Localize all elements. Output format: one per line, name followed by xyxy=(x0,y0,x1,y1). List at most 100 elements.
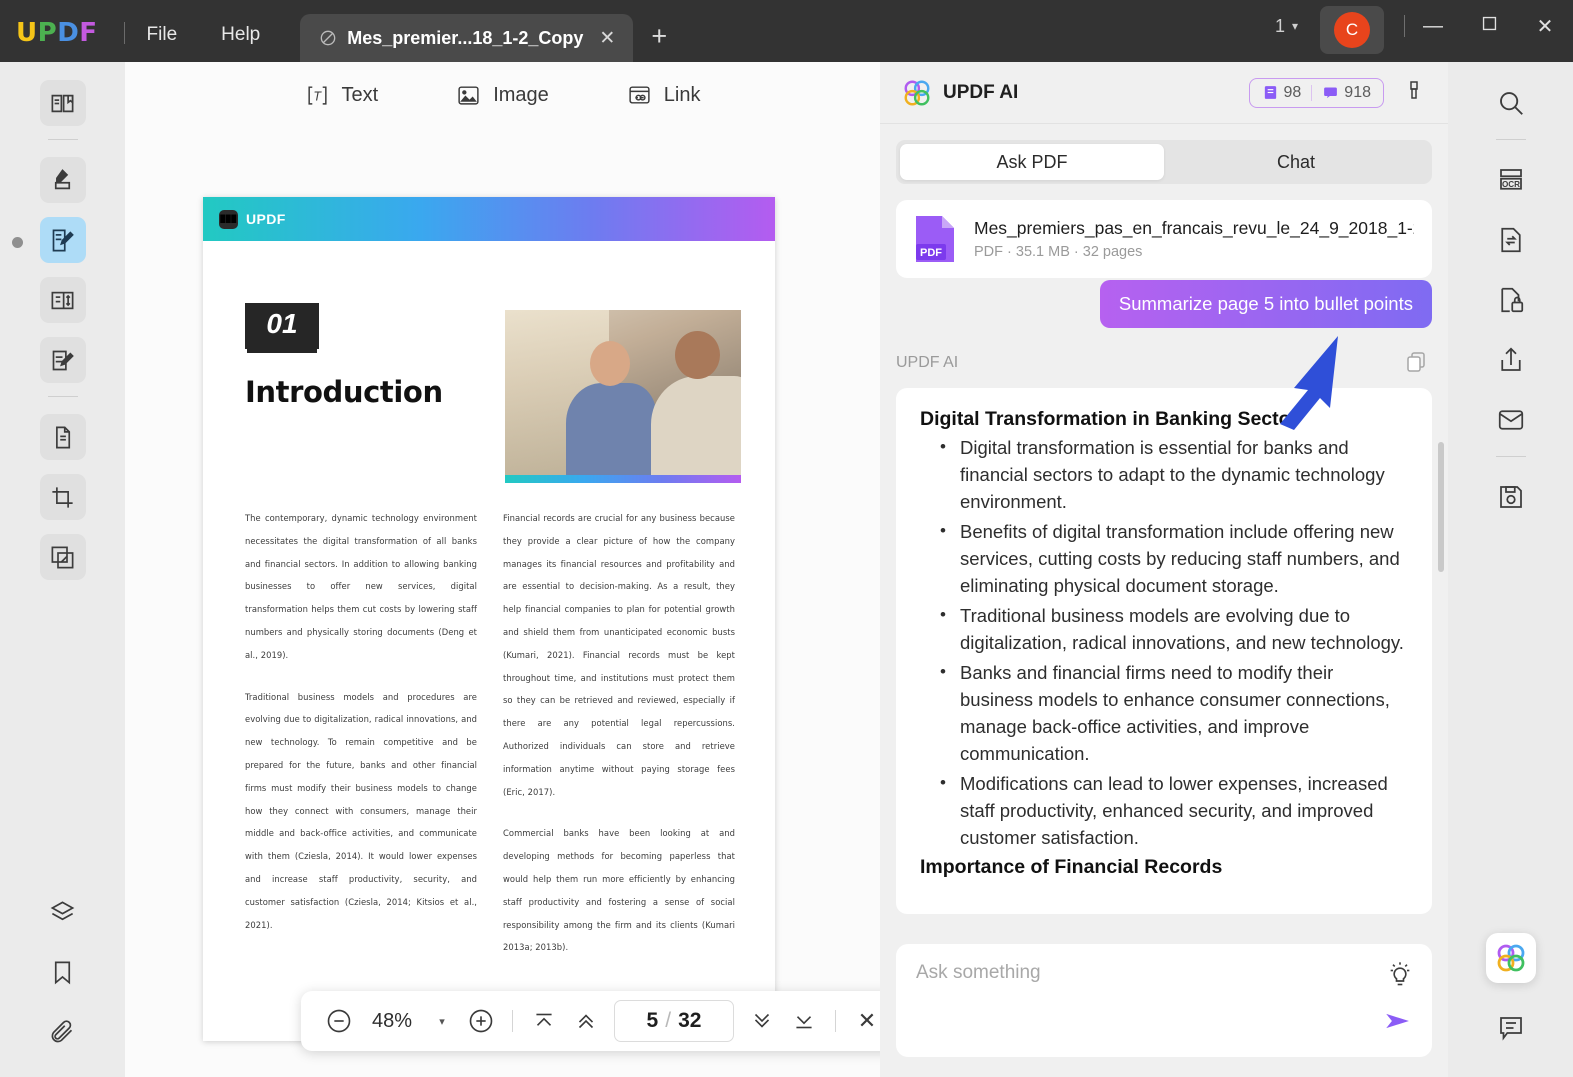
close-tab-icon[interactable]: ✕ xyxy=(597,29,617,48)
tool-image[interactable]: Image xyxy=(456,83,549,108)
window-switcher[interactable]: 1 ▾ xyxy=(1275,16,1298,37)
response-bullet-list: Digital transformation is essential for … xyxy=(920,433,1408,851)
send-message-button[interactable] xyxy=(1382,1004,1416,1043)
document-column-left: The contemporary, dynamic technology env… xyxy=(245,507,477,978)
credits-divider xyxy=(1311,84,1313,101)
pager-divider-1 xyxy=(512,1010,513,1032)
ai-composer[interactable]: Ask something xyxy=(896,944,1432,1057)
updf-application-window: UPDF File Help Mes_premier...18_1-2_Copy… xyxy=(0,0,1573,1077)
next-page-icon xyxy=(754,1013,770,1028)
attached-file-card[interactable]: PDF Mes_premiers_pas_en_francais_revu_le… xyxy=(896,200,1432,278)
ai-credits-badge[interactable]: 98 918 xyxy=(1248,77,1384,108)
sidebar-item-reader[interactable] xyxy=(39,80,86,126)
send-icon xyxy=(1386,1013,1409,1029)
response-heading: Digital Transformation in Banking Sector xyxy=(920,408,1299,430)
sidebar-item-search[interactable] xyxy=(1488,80,1534,126)
attachment-icon xyxy=(51,1019,73,1042)
maximize-icon xyxy=(1482,16,1496,30)
close-window-button[interactable]: ✕ xyxy=(1517,14,1573,39)
sidebar-item-layers[interactable] xyxy=(40,889,86,935)
maximize-button[interactable] xyxy=(1461,15,1517,38)
next-page-button[interactable] xyxy=(742,1001,782,1041)
sidebar-item-convert[interactable] xyxy=(39,414,86,460)
account-button[interactable]: C xyxy=(1320,6,1384,54)
sidebar-item-convert-right[interactable] xyxy=(1488,217,1534,263)
sidebar-item-crop[interactable] xyxy=(39,474,86,520)
tool-link[interactable]: Link xyxy=(627,83,700,108)
document-slash-icon xyxy=(320,30,336,46)
sidebar-item-updf-ai[interactable] xyxy=(1485,933,1536,983)
sidebar-item-batch[interactable] xyxy=(39,534,86,580)
document-tab-title: Mes_premier...18_1-2_Copy xyxy=(347,27,584,48)
page-header-band: ███ UPDF xyxy=(203,197,775,241)
image-tool-icon xyxy=(458,85,479,105)
ai-panel-header: UPDF AI 98 918 xyxy=(880,62,1448,124)
zoom-in-button[interactable] xyxy=(461,1001,501,1041)
menu-file[interactable]: File xyxy=(125,24,200,46)
ai-response-card: Digital Transformation in Banking Sector… xyxy=(896,388,1432,914)
sidebar-item-annotate[interactable] xyxy=(39,337,86,383)
document-tab[interactable]: Mes_premier...18_1-2_Copy ✕ xyxy=(300,14,634,62)
svg-text:PDF: PDF xyxy=(920,247,942,259)
svg-text:T: T xyxy=(313,89,322,103)
zoom-out-icon xyxy=(327,1009,351,1033)
sidebar-item-attachment[interactable] xyxy=(40,1009,86,1055)
copy-response-button[interactable] xyxy=(1404,350,1428,379)
sidebar-item-comment[interactable] xyxy=(1488,1005,1534,1051)
sidebar-item-edit-pdf[interactable] xyxy=(39,217,86,263)
panel-collapse-handle[interactable] xyxy=(12,237,23,248)
zoom-in-icon xyxy=(469,1009,493,1033)
document-credit-icon xyxy=(1264,86,1276,99)
search-icon xyxy=(1499,92,1523,115)
sidebar-item-page-layout[interactable] xyxy=(39,277,86,323)
menu-help[interactable]: Help xyxy=(199,24,282,46)
paragraph: Traditional business models and procedur… xyxy=(245,691,477,930)
protect-icon xyxy=(1500,287,1523,313)
message-credit-count: 918 xyxy=(1344,83,1371,101)
pdf-page[interactable]: ███ UPDF 01 Introduction The contemporar… xyxy=(203,197,775,1041)
svg-text:OCR: OCR xyxy=(1501,180,1519,189)
tab-ask-pdf[interactable]: Ask PDF xyxy=(900,144,1164,180)
highlighter-icon xyxy=(54,168,71,189)
clear-brush-icon xyxy=(1410,81,1418,99)
edit-pdf-icon xyxy=(52,229,74,251)
sidebar-item-email[interactable] xyxy=(1488,397,1534,443)
clear-chat-button[interactable] xyxy=(1402,78,1426,107)
attached-file-name: Mes_premiers_pas_en_francais_revu_le_24_… xyxy=(974,218,1414,238)
ask-input-placeholder[interactable]: Ask something xyxy=(916,962,1374,984)
new-tab-button[interactable]: + xyxy=(651,21,667,52)
document-column-right: Financial records are crucial for any bu… xyxy=(503,507,735,978)
page-number-field[interactable]: 5 / 32 xyxy=(614,1000,734,1042)
zoom-level[interactable]: 48% xyxy=(361,1010,423,1033)
sidebar-item-share[interactable] xyxy=(1488,337,1534,383)
first-page-icon xyxy=(536,1013,552,1026)
right-tool-rail: OCR xyxy=(1448,62,1573,1077)
document-credits: 98 xyxy=(1262,84,1301,102)
list-item: Digital transformation is essential for … xyxy=(940,433,1408,515)
pdf-file-glyph: PDF xyxy=(916,216,954,262)
tool-text[interactable]: T Text xyxy=(305,83,378,108)
message-credits: 918 xyxy=(1322,84,1371,102)
first-page-button[interactable] xyxy=(524,1001,564,1041)
sidebar-item-highlighter[interactable] xyxy=(39,157,86,203)
prev-page-button[interactable] xyxy=(566,1001,606,1041)
sidebar-item-protect[interactable] xyxy=(1488,277,1534,323)
last-page-button[interactable] xyxy=(784,1001,824,1041)
prompt-ideas-button[interactable] xyxy=(1386,960,1414,993)
tab-chat[interactable]: Chat xyxy=(1164,144,1428,180)
convert-icon xyxy=(1500,227,1521,253)
paragraph: Commercial banks have been looking at an… xyxy=(503,828,735,953)
response-scrollbar[interactable] xyxy=(1438,442,1444,572)
sidebar-item-bookmark[interactable] xyxy=(40,949,86,995)
annotate-icon xyxy=(52,350,74,370)
minimize-button[interactable]: — xyxy=(1405,15,1461,38)
zoom-dropdown-icon[interactable]: ▾ xyxy=(425,1015,459,1028)
batch-process-icon xyxy=(51,546,74,568)
updf-ai-logo-icon xyxy=(904,80,930,105)
zoom-out-button[interactable] xyxy=(319,1001,359,1041)
sidebar-item-save[interactable] xyxy=(1488,474,1534,520)
paragraph: The contemporary, dynamic technology env… xyxy=(245,513,477,660)
titlebar-right-group: 1 ▾ C — ✕ xyxy=(1275,6,1573,54)
sidebar-item-ocr[interactable]: OCR xyxy=(1488,157,1534,203)
pager-divider-2 xyxy=(835,1010,836,1032)
